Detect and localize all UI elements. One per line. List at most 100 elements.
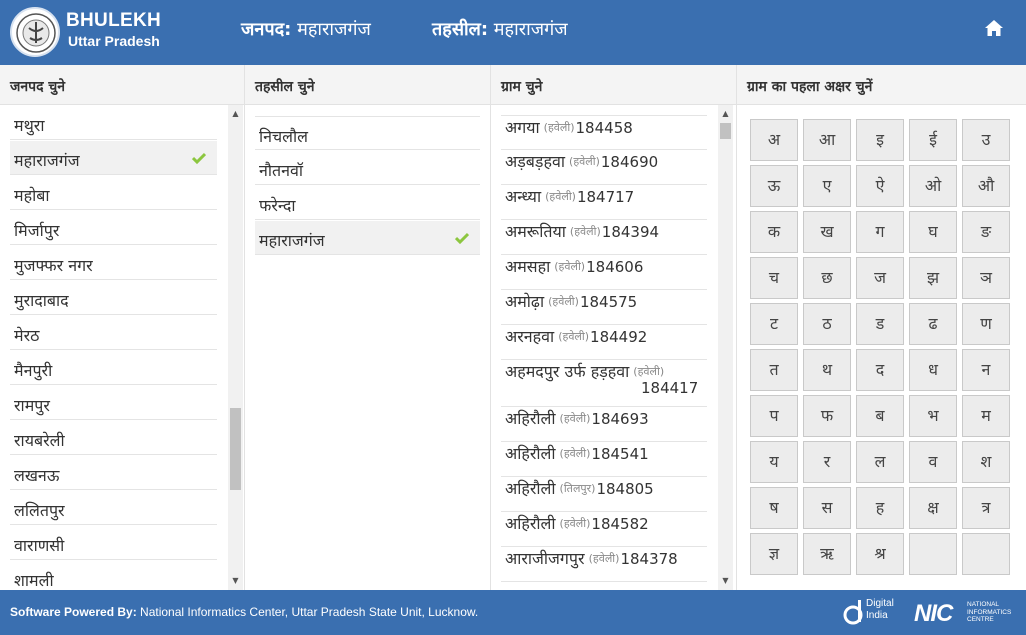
letter-key[interactable]: ज bbox=[856, 257, 904, 299]
letter-key[interactable]: ह bbox=[856, 487, 904, 529]
letter-key[interactable]: ग bbox=[856, 211, 904, 253]
gram-item[interactable]: अहमदपुर उर्फ हड़हवा (हवेली) 184417 bbox=[501, 360, 707, 407]
gram-item[interactable]: अड़बड़हवा (हवेली)184690 bbox=[501, 150, 707, 185]
janpad-item[interactable]: मथुरा bbox=[10, 106, 217, 140]
janpad-item[interactable]: मैनपुरी bbox=[10, 351, 217, 385]
letter-key[interactable]: ठ bbox=[803, 303, 851, 345]
letter-key[interactable]: श्र bbox=[856, 533, 904, 575]
scroll-down-arrow-icon[interactable]: ▼ bbox=[228, 574, 243, 588]
gram-item[interactable]: अहिरौली (तिलपुर)184805 bbox=[501, 477, 707, 512]
letter-key[interactable]: औ bbox=[962, 165, 1010, 207]
letter-key[interactable]: ओ bbox=[909, 165, 957, 207]
janpad-item[interactable]: लखनऊ bbox=[10, 456, 217, 490]
letter-key[interactable]: ल bbox=[856, 441, 904, 483]
gram-item[interactable]: अगया (हवेली)184458 bbox=[501, 115, 707, 150]
home-icon[interactable] bbox=[983, 17, 1005, 39]
tehsil-value: महाराजगंज bbox=[493, 19, 568, 40]
letter-key[interactable]: ज्ञ bbox=[750, 533, 798, 575]
gram-item[interactable]: आराजीजगपुर (हवेली)184378 bbox=[501, 547, 707, 582]
letter-key[interactable]: ङ bbox=[962, 211, 1010, 253]
janpad-item[interactable]: मुजफ्फर नगर bbox=[10, 246, 217, 280]
letter-key[interactable]: घ bbox=[909, 211, 957, 253]
letter-key[interactable]: भ bbox=[909, 395, 957, 437]
gram-item[interactable]: अरनहवा (हवेली)184492 bbox=[501, 325, 707, 360]
letter-key[interactable]: ख bbox=[803, 211, 851, 253]
gram-item[interactable]: अहिरौली (हवेली)184693 bbox=[501, 407, 707, 442]
letter-key-empty bbox=[909, 533, 957, 575]
letter-key[interactable]: म bbox=[962, 395, 1010, 437]
letter-key[interactable]: फ bbox=[803, 395, 851, 437]
gram-scrollbar[interactable]: ▲ ▼ bbox=[718, 105, 733, 590]
janpad-item[interactable]: रामपुर bbox=[10, 386, 217, 420]
header-tehsil: तहसील: महाराजगंज bbox=[432, 17, 568, 41]
letter-key[interactable]: प bbox=[750, 395, 798, 437]
letter-key[interactable]: ऋ bbox=[803, 533, 851, 575]
janpad-item-label: रायबरेली bbox=[14, 431, 65, 450]
letter-key[interactable]: य bbox=[750, 441, 798, 483]
janpad-item[interactable]: ललितपुर bbox=[10, 491, 217, 525]
letter-key[interactable]: झ bbox=[909, 257, 957, 299]
letter-key[interactable]: व bbox=[909, 441, 957, 483]
tehsil-item[interactable]: नौतनवॉ bbox=[255, 151, 480, 185]
gram-item[interactable]: अमरूतिया (हवेली)184394 bbox=[501, 220, 707, 255]
letter-key[interactable]: त bbox=[750, 349, 798, 391]
letter-key[interactable]: ब bbox=[856, 395, 904, 437]
janpad-column-header: जनपद चुने bbox=[0, 65, 244, 105]
letter-key[interactable]: ञ bbox=[962, 257, 1010, 299]
letter-key[interactable]: ऊ bbox=[750, 165, 798, 207]
letter-key[interactable]: अ bbox=[750, 119, 798, 161]
tehsil-item[interactable]: महाराजगंज bbox=[255, 221, 480, 255]
letter-key[interactable]: ई bbox=[909, 119, 957, 161]
tehsil-item[interactable]: निचलौल bbox=[255, 116, 480, 150]
letter-key[interactable]: ढ bbox=[909, 303, 957, 345]
janpad-item[interactable]: मिर्जापुर bbox=[10, 211, 217, 245]
letter-key[interactable]: क bbox=[750, 211, 798, 253]
letter-key[interactable]: उ bbox=[962, 119, 1010, 161]
janpad-list: मथुरा महाराजगंज महोबा मिर्जापुर मुजफ्फर नगर म… bbox=[0, 105, 244, 590]
janpad-item[interactable]: शामली bbox=[10, 561, 217, 590]
letter-key[interactable]: द bbox=[856, 349, 904, 391]
letter-key[interactable]: स bbox=[803, 487, 851, 529]
letter-key[interactable]: आ bbox=[803, 119, 851, 161]
gram-item-code: 184805 bbox=[596, 480, 654, 498]
scroll-up-arrow-icon[interactable]: ▲ bbox=[718, 107, 733, 121]
letter-key[interactable]: ऐ bbox=[856, 165, 904, 207]
tehsil-item[interactable]: फरेन्दा bbox=[255, 186, 480, 220]
letter-key[interactable]: ए bbox=[803, 165, 851, 207]
letter-key[interactable]: ड bbox=[856, 303, 904, 345]
letter-key[interactable]: ध bbox=[909, 349, 957, 391]
janpad-item[interactable]: मुरादाबाद bbox=[10, 281, 217, 315]
gram-item-tag: (हवेली) bbox=[588, 552, 620, 565]
letter-key[interactable]: क्ष bbox=[909, 487, 957, 529]
gram-item[interactable]: अमसहा (हवेली)184606 bbox=[501, 255, 707, 290]
scroll-up-arrow-icon[interactable]: ▲ bbox=[228, 107, 243, 121]
letter-key[interactable]: च bbox=[750, 257, 798, 299]
gram-item[interactable]: अहिरौली (हवेली)184582 bbox=[501, 512, 707, 547]
letter-key[interactable]: ष bbox=[750, 487, 798, 529]
tehsil-list: निचलौल नौतनवॉ फरेन्दा महाराजगंज bbox=[245, 105, 490, 590]
letter-key[interactable]: ट bbox=[750, 303, 798, 345]
janpad-item[interactable]: महाराजगंज bbox=[10, 141, 217, 175]
janpad-item[interactable]: वाराणसी bbox=[10, 526, 217, 560]
letter-key[interactable]: त्र bbox=[962, 487, 1010, 529]
gram-item[interactable]: अमोढ़ा (हवेली)184575 bbox=[501, 290, 707, 325]
janpad-scrollbar[interactable]: ▲ ▼ bbox=[228, 105, 243, 590]
gram-item[interactable]: अन्ध्या (हवेली)184717 bbox=[501, 185, 707, 220]
letter-key[interactable]: न bbox=[962, 349, 1010, 391]
janpad-item[interactable]: रायबरेली bbox=[10, 421, 217, 455]
letter-key[interactable]: थ bbox=[803, 349, 851, 391]
gram-item-name: अमोढ़ा bbox=[505, 292, 545, 311]
letter-key[interactable]: र bbox=[803, 441, 851, 483]
letter-key[interactable]: श bbox=[962, 441, 1010, 483]
letter-key[interactable]: ण bbox=[962, 303, 1010, 345]
letter-key[interactable]: छ bbox=[803, 257, 851, 299]
janpad-item[interactable]: मेरठ bbox=[10, 316, 217, 350]
footer-powered-label: Software Powered By: bbox=[10, 605, 137, 619]
letter-key[interactable]: इ bbox=[856, 119, 904, 161]
scroll-down-arrow-icon[interactable]: ▼ bbox=[718, 574, 733, 588]
gram-item[interactable]: अहिरौली (हवेली)184541 bbox=[501, 442, 707, 477]
scroll-thumb[interactable] bbox=[230, 408, 241, 490]
janpad-item[interactable]: महोबा bbox=[10, 176, 217, 210]
scroll-thumb[interactable] bbox=[720, 123, 731, 139]
footer-powered-value: National Informatics Center, Uttar Prade… bbox=[140, 605, 479, 619]
